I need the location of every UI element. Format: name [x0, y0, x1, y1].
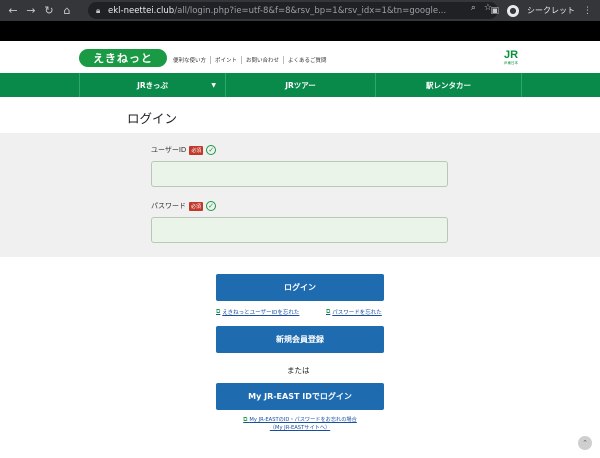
caret-down-icon: ▼: [211, 81, 216, 89]
redacted-bar: [0, 21, 600, 41]
required-badge: 必須: [189, 201, 204, 211]
external-link-icon: ⧉: [326, 308, 331, 315]
required-badge: 必須: [189, 145, 204, 155]
ekinet-logo[interactable]: えきねっと: [79, 49, 167, 67]
nav-item-label: JRツアー: [285, 80, 316, 90]
jr-sub: JR東日本: [504, 61, 518, 65]
external-link-icon: ⧉: [216, 308, 221, 315]
reload-icon[interactable]: ↻: [40, 0, 58, 21]
userid-input[interactable]: [151, 161, 448, 187]
home-icon[interactable]: ⌂: [58, 0, 76, 21]
forward-icon[interactable]: →: [22, 0, 40, 21]
lock-icon[interactable]: 🔒︎: [96, 6, 108, 16]
forgot-userid-text: えきねっとユーザーIDを忘れた: [222, 310, 300, 316]
url-host: ekl-neettei.club: [108, 5, 175, 16]
check-circle-icon: ✓: [206, 145, 217, 155]
jreast-login-button[interactable]: My JR-EAST IDでログイン: [216, 383, 384, 410]
url-path: /all/login.php?ie=utf-8&f=8&rsv_bp=1&rsv…: [174, 5, 447, 16]
password-label: パスワード: [151, 202, 186, 210]
jreast-forgot-line1: ⧉ My JR-EASTのID・パスワードをお忘れの場合: [220, 416, 380, 424]
nav-item-tours[interactable]: JRツアー: [225, 73, 375, 97]
nav-item-label: 駅レンタカー: [426, 80, 471, 90]
jreast-forgot-text1: My JR-EASTのID・パスワードをお忘れの場合: [249, 417, 357, 423]
check-circle-icon: ✓: [206, 201, 217, 211]
address-bar[interactable]: 🔒︎ ekl-neettei.club/all/login.php?ie=utf…: [88, 2, 498, 19]
utility-links: 便利な使い方 ポイント お問い合わせ よくあるご質問: [173, 56, 331, 64]
nav-item-label: JRきっぷ: [137, 80, 168, 90]
jr-mark: JR: [503, 49, 519, 61]
sidepanel-icon[interactable]: ▣: [490, 6, 499, 16]
nav-item-tickets[interactable]: JRきっぷ ▼: [79, 73, 225, 97]
nav-item-rentacar[interactable]: 駅レンタカー: [375, 73, 522, 97]
forgot-userid-link[interactable]: ⧉ えきねっとユーザーIDを忘れた: [216, 308, 299, 316]
login-button[interactable]: ログイン: [216, 274, 384, 301]
password-input[interactable]: [151, 217, 448, 243]
main-nav: JRきっぷ ▼ JRツアー 駅レンタカー: [0, 73, 600, 97]
scroll-top-icon[interactable]: ⌃: [578, 436, 592, 450]
page-title: ログイン: [127, 111, 178, 126]
site-header: えきねっと 便利な使い方 ポイント お問い合わせ よくあるご質問 JR JR東日…: [0, 41, 600, 73]
jreast-forgot-link[interactable]: ⧉ My JR-EASTのID・パスワードをお忘れの場合 （My JR-EAST…: [220, 416, 380, 432]
util-link-points[interactable]: ポイント: [210, 56, 241, 64]
or-text: または: [287, 366, 310, 375]
incognito-label[interactable]: シークレット: [527, 5, 575, 16]
zoom-icon[interactable]: ⌕: [471, 3, 476, 13]
jreast-forgot-line2: （My JR-EASTサイトへ）: [269, 425, 331, 431]
incognito-icon[interactable]: ●: [507, 4, 519, 17]
userid-label-row: ユーザーID 必須 ✓: [151, 145, 217, 155]
back-icon[interactable]: ←: [4, 0, 22, 21]
util-link-howto[interactable]: 便利な使い方: [173, 56, 210, 64]
url-text[interactable]: ekl-neettei.club/all/login.php?ie=utf-8&…: [108, 6, 458, 16]
password-label-row: パスワード 必須 ✓: [151, 201, 217, 211]
forgot-password-text: パスワードを忘れた: [332, 310, 382, 316]
jr-east-logo[interactable]: JR JR東日本: [501, 49, 521, 66]
register-button[interactable]: 新規会員登録: [216, 326, 384, 353]
util-link-faq[interactable]: よくあるご質問: [283, 56, 331, 64]
util-link-contact[interactable]: お問い合わせ: [241, 56, 283, 64]
userid-label: ユーザーID: [151, 146, 187, 154]
menu-icon[interactable]: ⋮: [583, 6, 592, 16]
forgot-password-link[interactable]: ⧉ パスワードを忘れた: [326, 308, 382, 316]
